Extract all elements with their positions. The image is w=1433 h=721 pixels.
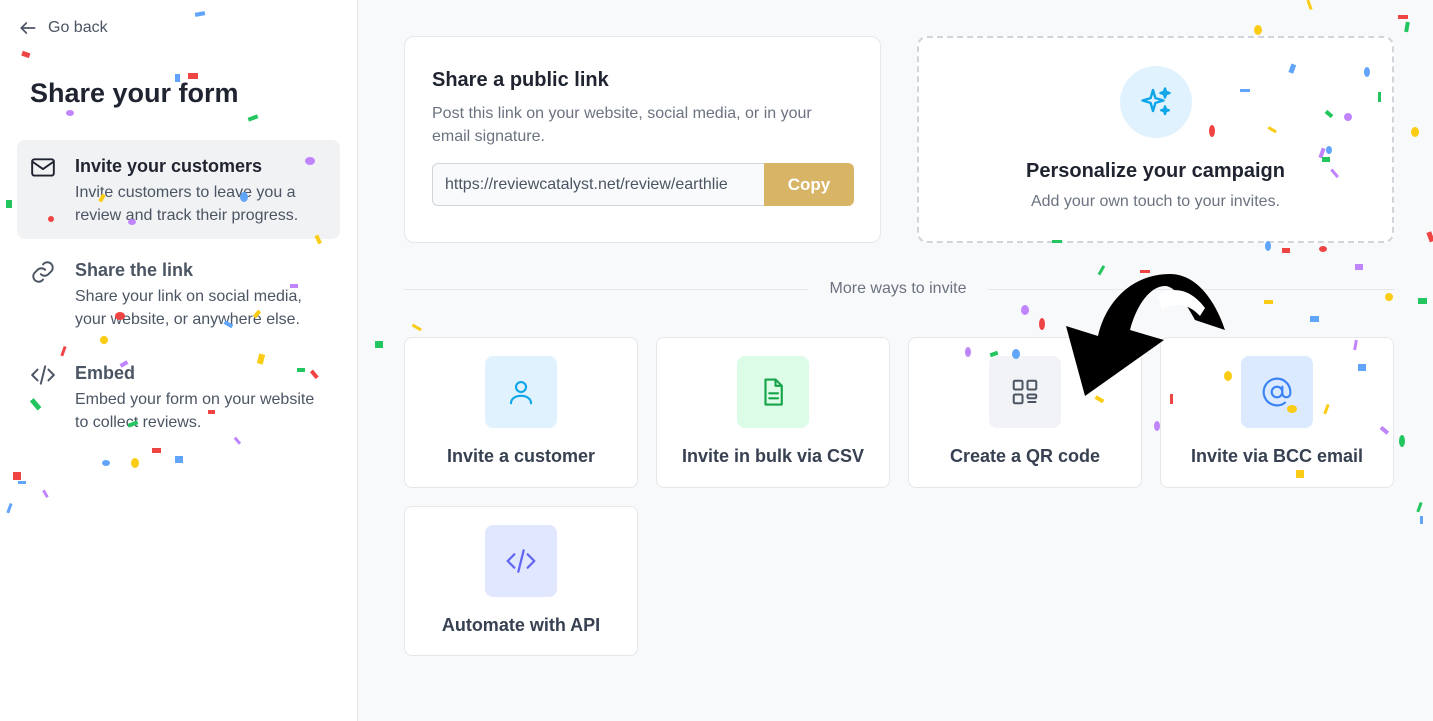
sidebar-item-title: Invite your customers — [75, 156, 263, 176]
sidebar-item-embed[interactable]: Embed Embed your form on your website to… — [17, 347, 340, 443]
qr-code-icon — [1012, 379, 1038, 405]
option-label: Invite via BCC email — [1190, 446, 1364, 466]
option-icon-tile — [485, 525, 557, 597]
sparkle-icon-badge — [1120, 66, 1192, 138]
user-icon — [509, 380, 533, 405]
public-link-title: Share a public link — [432, 69, 609, 91]
sparkles-icon — [1141, 87, 1171, 116]
public-link-desc: Post this link on your website, social m… — [432, 105, 812, 145]
public-link-input[interactable] — [432, 163, 764, 206]
go-back-link[interactable]: Go back — [18, 18, 108, 38]
public-link-card: Share a public link Post this link on yo… — [404, 36, 881, 243]
code-icon — [506, 549, 536, 573]
option-label: Automate with API — [441, 615, 601, 635]
invite-customer-option[interactable]: Invite a customer — [404, 337, 638, 488]
automate-api-option[interactable]: Automate with API — [404, 506, 638, 656]
copy-button[interactable]: Copy — [764, 163, 854, 206]
sidebar-item-desc: Invite customers to leave you a review a… — [75, 184, 299, 224]
sidebar-item-desc: Share your link on social media, your we… — [75, 288, 302, 328]
link-icon — [32, 261, 54, 283]
option-icon-tile — [485, 356, 557, 428]
option-label: Create a QR code — [949, 446, 1101, 466]
sidebar-item-desc: Embed your form on your website to colle… — [75, 391, 315, 431]
option-label: Invite a customer — [446, 446, 596, 466]
option-label: Invite in bulk via CSV — [681, 446, 865, 466]
sidebar-item-share-link[interactable]: Share the link Share your link on social… — [17, 244, 340, 340]
create-qr-code-option[interactable]: Create a QR code — [908, 337, 1142, 488]
personalize-campaign-card[interactable]: Personalize your campaign Add your own t… — [917, 36, 1394, 243]
sidebar-item-title: Embed — [75, 363, 136, 383]
invite-bcc-email-option[interactable]: Invite via BCC email — [1160, 337, 1394, 488]
at-sign-icon — [1262, 377, 1292, 407]
sidebar: Go back Share your form Invite your cust… — [0, 0, 358, 721]
mail-icon — [31, 158, 55, 177]
option-icon-tile — [737, 356, 809, 428]
more-ways-label: More ways to invite — [808, 280, 988, 298]
personalize-title: Personalize your campaign — [1026, 160, 1285, 182]
sidebar-item-title: Share the link — [75, 260, 194, 280]
code-icon — [31, 365, 55, 385]
sidebar-item-invite-customers[interactable]: Invite your customers Invite customers t… — [17, 140, 340, 239]
file-icon — [764, 378, 783, 406]
invite-bulk-csv-option[interactable]: Invite in bulk via CSV — [656, 337, 890, 488]
page-title: Share your form — [30, 78, 239, 108]
personalize-desc: Add your own touch to your invites. — [1030, 193, 1281, 210]
arrow-left-icon — [20, 22, 36, 34]
go-back-label: Go back — [48, 19, 108, 36]
option-icon-tile — [989, 356, 1061, 428]
link-row: Copy — [432, 163, 854, 206]
option-icon-tile — [1241, 356, 1313, 428]
